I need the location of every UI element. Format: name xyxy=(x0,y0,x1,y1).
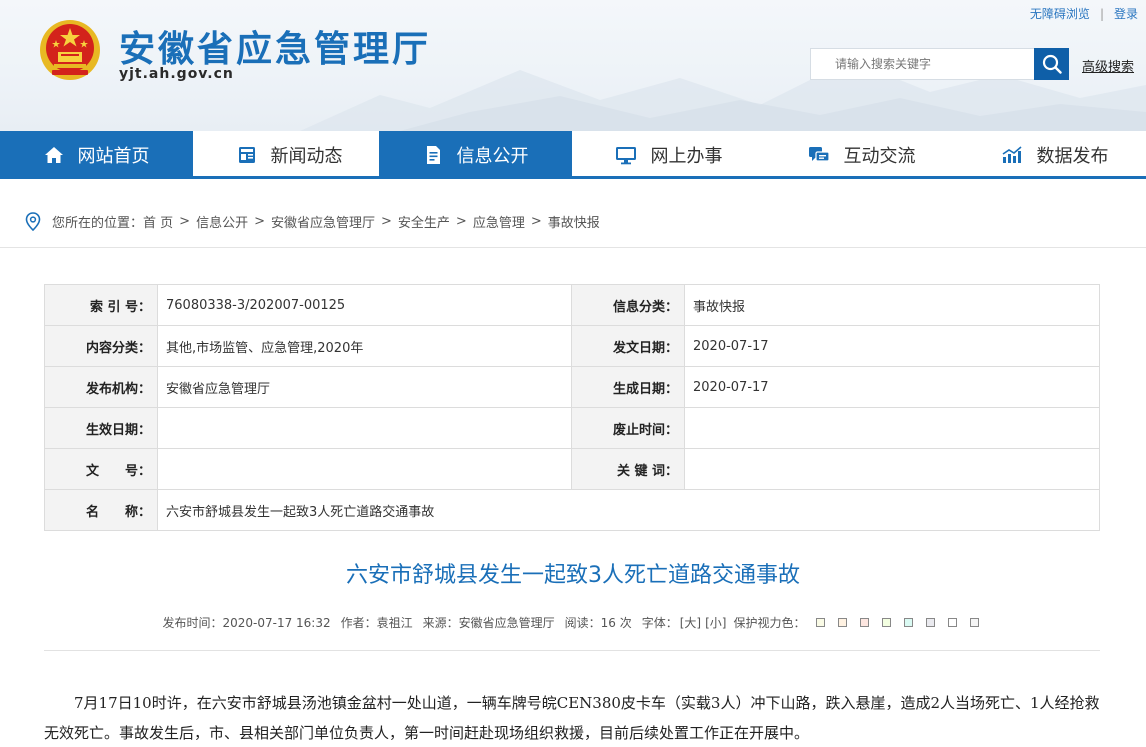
meta-label-index: 索 引 号： xyxy=(44,284,158,326)
nav-item-label: 数据发布 xyxy=(1036,146,1109,167)
document-meta-table: 索 引 号： 76080338-3/202007-00125 信息分类： 事故快… xyxy=(44,284,1100,531)
site-title: 安徽省应急管理厅 xyxy=(119,29,432,70)
nav-item-interaction[interactable]: 互动交流 xyxy=(765,131,958,179)
meta-label-doc-number: 文 号： xyxy=(44,448,158,490)
nav-item-label: 新闻动态 xyxy=(270,146,343,167)
accessibility-link[interactable]: 无障碍浏览 xyxy=(1030,5,1090,22)
nav-item-label: 互动交流 xyxy=(843,146,916,167)
breadcrumb-item-safety-production[interactable]: 安全生产 xyxy=(398,212,450,231)
eye-care-swatch[interactable] xyxy=(947,618,957,627)
site-header: 安徽省应急管理厅 yjt.ah.gov.cn 无障碍浏览 | 登录 高级搜索 xyxy=(0,0,1146,131)
breadcrumb: 您所在的位置： 首 页 > 信息公开 > 安徽省应急管理厅 > 安全生产 > 应… xyxy=(0,196,1146,248)
nav-item-label: 信息公开 xyxy=(456,146,529,167)
article-author: 作者：袁祖江 xyxy=(340,616,413,630)
meta-value-doc-number xyxy=(157,448,572,490)
breadcrumb-prefix: 您所在的位置： xyxy=(52,216,144,231)
national-emblem-icon xyxy=(40,20,100,80)
article-info-bar: 发布时间：2020-07-17 16:32 作者：袁祖江 来源：安徽省应急管理厅… xyxy=(0,614,1146,631)
meta-label-issue-date: 发文日期： xyxy=(571,325,685,367)
breadcrumb-separator: > xyxy=(254,214,265,229)
meta-label-abolish-time: 废止时间： xyxy=(571,407,685,449)
top-links-separator: | xyxy=(1099,6,1104,21)
main-nav: 网站首页 新闻动态 信息公开 网上办事 互动交流 数据发布 xyxy=(0,131,1146,179)
top-links: 无障碍浏览 | 登录 xyxy=(1030,5,1138,22)
breadcrumb-item-emergency-management[interactable]: 应急管理 xyxy=(473,212,525,231)
document-icon xyxy=(426,146,440,164)
meta-label-category: 信息分类： xyxy=(571,284,685,326)
chart-icon xyxy=(1002,146,1022,163)
nav-item-info-disclosure[interactable]: 信息公开 xyxy=(379,131,572,179)
breadcrumb-item-home[interactable]: 首 页 xyxy=(143,212,173,231)
font-small-button[interactable]: [小] xyxy=(705,614,726,631)
eye-care-swatch[interactable] xyxy=(859,618,869,627)
meta-value-content-type: 其他,市场监管、应急管理,2020年 xyxy=(157,325,572,367)
breadcrumb-separator: > xyxy=(530,214,542,229)
meta-label-effective-date: 生效日期： xyxy=(44,407,158,449)
view-count: 阅读：16 次 xyxy=(564,616,632,630)
font-large-button[interactable]: [大] xyxy=(680,614,701,631)
news-icon xyxy=(238,147,255,163)
search-input[interactable] xyxy=(810,48,1035,80)
article-divider xyxy=(44,650,1100,651)
nav-item-label: 网上办事 xyxy=(650,146,723,167)
search-button[interactable] xyxy=(1034,48,1069,80)
home-icon xyxy=(44,147,63,163)
nav-item-online-service[interactable]: 网上办事 xyxy=(572,131,765,179)
breadcrumb-separator: > xyxy=(455,214,467,229)
eye-care-label: 保护视力色： xyxy=(733,616,806,630)
meta-value-category: 事故快报 xyxy=(684,284,1100,326)
eye-care-swatch[interactable] xyxy=(969,618,979,627)
table-row: 文 号： 关 键 词： xyxy=(44,448,1100,490)
table-row: 名 称： 六安市舒城县发生一起致3人死亡道路交通事故 xyxy=(44,489,1100,531)
search-icon xyxy=(1042,54,1062,74)
font-size-label: 字体： xyxy=(641,616,678,630)
table-row: 内容分类： 其他,市场监管、应急管理,2020年 发文日期： 2020-07-1… xyxy=(44,325,1100,367)
table-row: 索 引 号： 76080338-3/202007-00125 信息分类： 事故快… xyxy=(44,284,1100,326)
chat-icon xyxy=(808,147,830,162)
location-pin-icon xyxy=(25,211,41,231)
article-body: 7月17日10时许，在六安市舒城县汤池镇金盆村一处山道，一辆车牌号皖CEN380… xyxy=(44,694,1100,742)
site-domain: yjt.ah.gov.cn xyxy=(119,66,234,82)
table-row: 生效日期： 废止时间： xyxy=(44,407,1100,449)
breadcrumb-item-department[interactable]: 安徽省应急管理厅 xyxy=(271,212,375,231)
meta-value-abolish-time xyxy=(684,407,1100,449)
article-source: 来源：安徽省应急管理厅 xyxy=(422,616,555,630)
meta-value-gen-date: 2020-07-17 xyxy=(684,366,1100,408)
nav-item-home[interactable]: 网站首页 xyxy=(0,131,193,179)
meta-value-issue-date: 2020-07-17 xyxy=(684,325,1100,367)
nav-item-data-release[interactable]: 数据发布 xyxy=(958,131,1146,179)
eye-care-swatch[interactable] xyxy=(903,618,913,627)
login-link[interactable]: 登录 xyxy=(1114,5,1138,22)
eye-care-swatch[interactable] xyxy=(815,618,825,627)
advanced-search-link[interactable]: 高级搜索 xyxy=(1082,56,1134,75)
meta-value-keywords xyxy=(684,448,1100,490)
breadcrumb-item-accident-report[interactable]: 事故快报 xyxy=(548,212,600,231)
breadcrumb-separator: > xyxy=(179,214,191,229)
meta-label-org: 发布机构： xyxy=(44,366,158,408)
breadcrumb-item-info-disclosure[interactable]: 信息公开 xyxy=(196,212,248,231)
monitor-icon xyxy=(615,147,636,165)
breadcrumb-separator: > xyxy=(381,214,392,229)
meta-value-effective-date xyxy=(157,407,572,449)
eye-care-swatches xyxy=(811,618,984,627)
article-title: 六安市舒城县发生一起致3人死亡道路交通事故 xyxy=(346,563,800,588)
publish-time: 发布时间：2020-07-17 16:32 xyxy=(162,616,331,630)
meta-label-keywords: 关 键 词： xyxy=(571,448,685,490)
meta-label-gen-date: 生成日期： xyxy=(571,366,685,408)
meta-value-name: 六安市舒城县发生一起致3人死亡道路交通事故 xyxy=(157,489,1100,531)
eye-care-swatch[interactable] xyxy=(925,618,935,627)
meta-label-name: 名 称： xyxy=(44,489,158,531)
meta-value-org: 安徽省应急管理厅 xyxy=(157,366,572,408)
eye-care-swatch[interactable] xyxy=(837,618,847,627)
meta-value-index: 76080338-3/202007-00125 xyxy=(157,284,572,326)
nav-item-news[interactable]: 新闻动态 xyxy=(193,131,386,179)
nav-item-label: 网站首页 xyxy=(77,146,150,167)
eye-care-swatch[interactable] xyxy=(881,618,891,627)
table-row: 发布机构： 安徽省应急管理厅 生成日期： 2020-07-17 xyxy=(44,366,1100,408)
meta-label-content-type: 内容分类： xyxy=(44,325,158,367)
